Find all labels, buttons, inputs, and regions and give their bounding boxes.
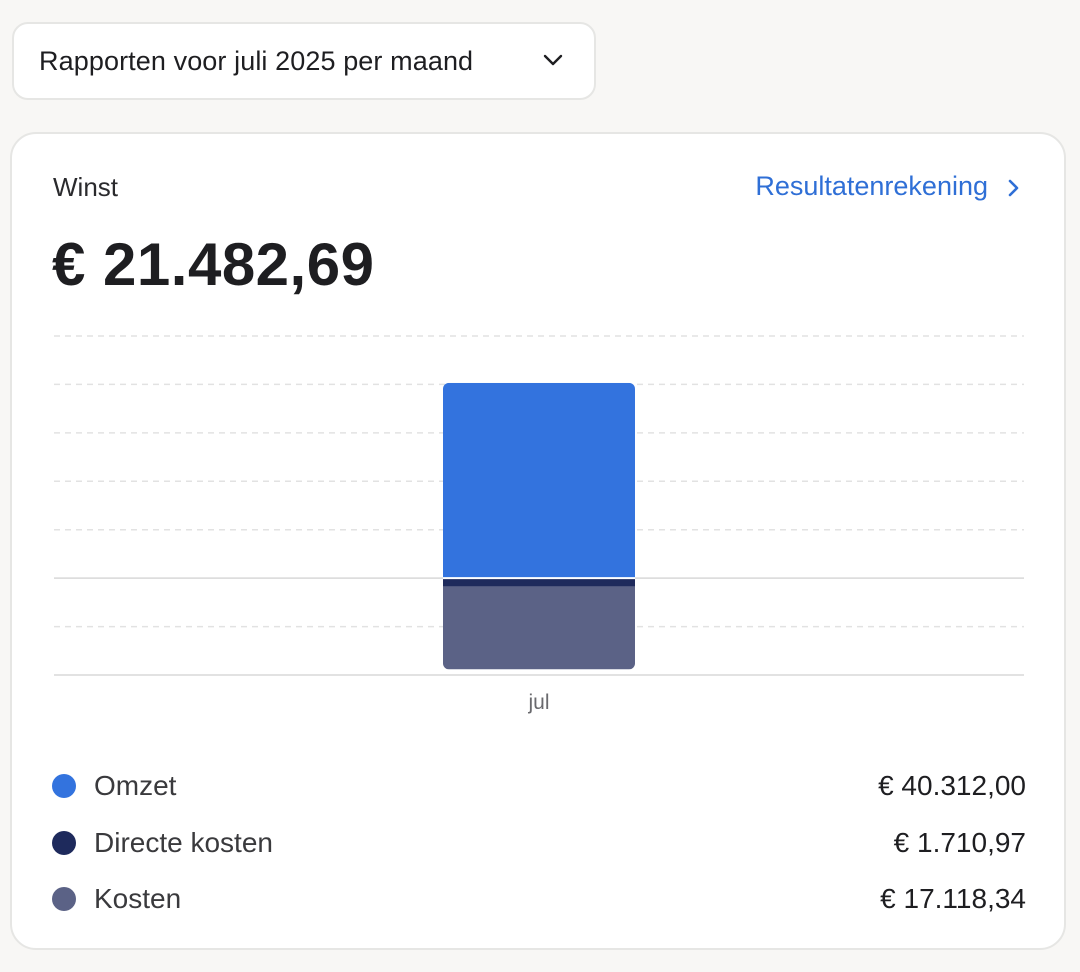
legend-item: Directe kosten € 1.710,97 [52,823,1026,863]
chevron-down-icon [543,54,563,66]
bar-omzet[interactable] [443,382,635,579]
legend-dot-icon [52,831,76,855]
bar-directe-kosten[interactable] [443,578,635,587]
legend-value: € 1.710,97 [893,827,1026,858]
legend-name: Kosten [94,883,182,914]
bar-group-jul [443,382,635,670]
legend-value: € 17.118,34 [880,883,1026,914]
profit-chart: jul [54,335,1024,714]
legend-item: Kosten € 17.118,34 [52,879,1026,919]
legend-value: € 40.312,00 [878,770,1026,801]
legend-dot-icon [52,774,76,798]
period-select-label: Rapporten voor juli 2025 per maand [39,45,474,76]
x-tick-label: jul [527,691,549,714]
legend-name: Directe kosten [94,827,273,858]
legend-name: Omzet [94,770,177,801]
profit-card: Winst Resultatenrekening € 21.482,69 jul… [10,132,1066,950]
bar-kosten[interactable] [443,586,635,670]
legend-dot-icon [52,887,76,911]
legend-item: Omzet € 40.312,00 [52,766,1026,806]
period-select[interactable]: Rapporten voor juli 2025 per maand [12,22,596,100]
